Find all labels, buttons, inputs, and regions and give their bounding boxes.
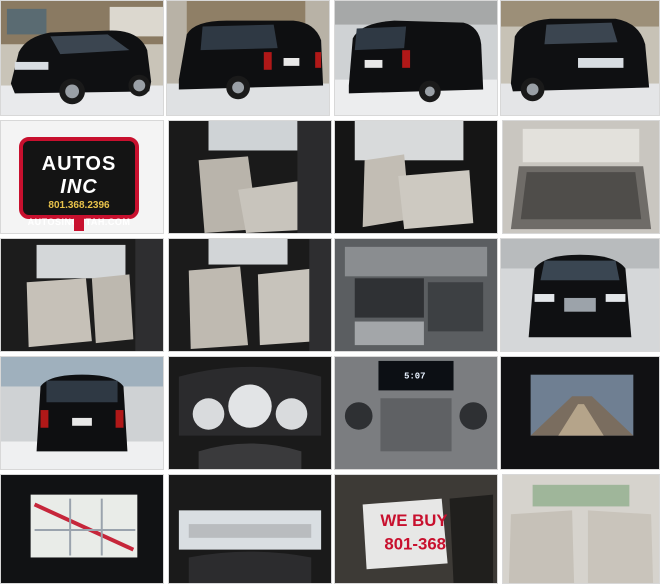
photo-center-console[interactable]: 5:07 — [334, 356, 498, 470]
dealer-suffix: INC — [60, 176, 98, 198]
dealer-phone: 801.368.2396 — [48, 200, 110, 211]
photo-front-view[interactable] — [500, 238, 660, 352]
photo-sunroof[interactable]: WE BUY 801-368 — [334, 474, 498, 584]
sign-line-1: WE BUY — [380, 511, 447, 530]
photo-rear-view-from-cabin[interactable] — [168, 474, 332, 584]
photo-rear-straight[interactable] — [0, 356, 164, 470]
photo-front-interior[interactable] — [168, 120, 332, 234]
sign-post — [74, 217, 84, 231]
photo-gauge-cluster[interactable] — [168, 356, 332, 470]
dealer-sign: AUTOS INC 801.368.2396 AUTOSINCUTAH.COM — [19, 137, 139, 227]
photo-dealer-sign[interactable]: AUTOS INC 801.368.2396 AUTOSINCUTAH.COM — [0, 120, 164, 234]
photo-front-three-quarter-left[interactable] — [500, 0, 660, 116]
photo-rear-seats[interactable] — [334, 120, 498, 234]
photo-driver-seat[interactable] — [168, 238, 332, 352]
photo-rear-view[interactable] — [334, 0, 498, 116]
photo-navigation-screen[interactable] — [0, 474, 164, 584]
photo-rear-three-quarter[interactable] — [166, 0, 330, 116]
photo-third-row[interactable] — [502, 474, 660, 584]
photo-side-doors-open[interactable] — [0, 238, 164, 352]
dash-clock: 5:07 — [404, 372, 425, 382]
sign-line-2: 801-368 — [384, 535, 446, 554]
photo-cargo-area[interactable] — [502, 120, 660, 234]
photo-engine-bay[interactable] — [334, 238, 498, 352]
photo-front-three-quarter[interactable] — [0, 0, 164, 116]
photo-gallery: AUTOS INC 801.368.2396 AUTOSINCUTAH.COM — [0, 0, 660, 584]
dealer-name: AUTOS — [41, 153, 117, 175]
photo-backup-camera[interactable] — [500, 356, 660, 470]
